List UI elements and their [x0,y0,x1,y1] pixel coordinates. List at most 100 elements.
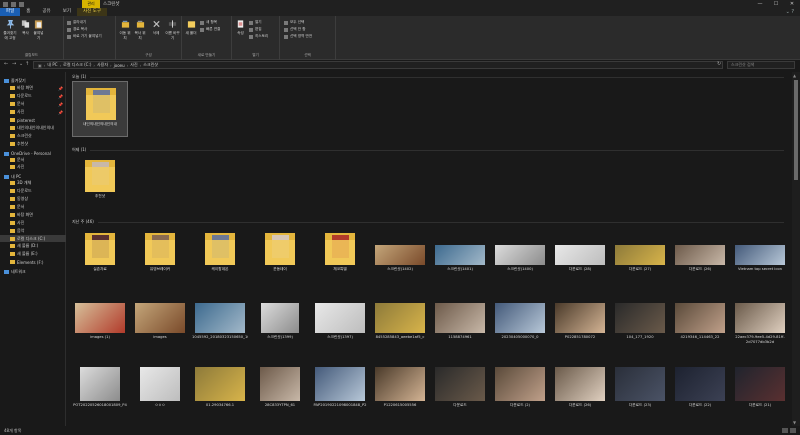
file-item[interactable]: POT20220526018001809_P4 [72,363,128,419]
file-item[interactable]: 01.29034766.1 [192,363,248,419]
breadcrumb-this-pc[interactable]: 내 PC [47,62,57,68]
open-button[interactable]: 열기 [249,20,262,25]
large-icons-view-icon[interactable] [790,428,796,433]
file-item[interactable]: 20230405000070_0 [492,295,548,351]
breadcrumb-screenshots[interactable]: 스크린샷 [143,62,158,68]
file-item[interactable]: 다운로드 (23) [612,363,668,419]
easy-access-button[interactable]: 빠른 연결 [200,27,220,32]
file-item[interactable]: 8455285843_aeebe1af5_c [372,295,428,351]
sidebar-item[interactable]: 바탕 화면 📌 [0,85,66,92]
breadcrumb-users[interactable]: 사용자 [97,62,108,68]
up-arrow-icon[interactable]: ↑ [25,61,29,67]
delete-button[interactable]: 삭제 [149,19,163,36]
rename-button[interactable]: 이름 바꾸기 [165,19,180,41]
sidebar-item[interactable]: 추천샷 [0,140,66,147]
sidebar-item[interactable]: 스크린샷 [0,132,66,139]
folder-item[interactable]: 케이팝데몬 [192,227,248,283]
close-button[interactable]: ✕ [784,0,800,8]
file-item[interactable]: 1158874961 [432,295,488,351]
file-item[interactable]: images (1) [72,295,128,351]
file-item[interactable]: 다운로드 [432,363,488,419]
search-input[interactable]: 스크린샷 검색 [727,61,795,69]
file-item[interactable]: 104_177_1920 [612,295,668,351]
recent-chevron-icon[interactable]: ⌄ [19,61,23,67]
copy-button[interactable]: 복사 [20,19,31,36]
sidebar-item[interactable]: 동영상 [0,196,66,203]
tab-file[interactable]: 파일 [0,8,21,16]
minimize-button[interactable]: — [752,0,768,8]
select-all-button[interactable]: 모두 선택 [284,20,304,25]
file-item[interactable]: Vietnam top secret icon [732,227,788,283]
pin-button[interactable]: 즐겨찾기에 고정 [2,19,18,41]
edit-button[interactable]: 편집 [249,27,262,32]
forward-arrow-icon[interactable]: → [12,61,16,67]
folder-item[interactable]: 내인의내인의내인의내 [72,81,128,137]
sidebar-item[interactable]: 문서 [0,203,66,210]
file-item[interactable]: 4219346_114463_22 [672,295,728,351]
copy-to-button[interactable]: 복사 위치 [133,19,147,41]
properties-button[interactable]: 속성 [234,19,247,36]
sidebar-item[interactable]: 음악 [0,227,66,234]
sidebar-item[interactable]: 다운로드 📌 [0,93,66,100]
sidebar-item[interactable]: 새 볼륨 (E:) [0,251,66,258]
file-item[interactable]: P022851780072 [552,295,608,351]
sidebar-item[interactable]: 3D 개체 [0,180,66,187]
file-item[interactable]: ㅇㅇㅇ [132,363,188,419]
sidebar-item[interactable]: 다운로드 [0,188,66,195]
sidebar-item[interactable]: 로컬 디스크 (C:) [0,235,66,242]
scrollbar-thumb[interactable] [794,80,798,180]
file-item[interactable]: 1045592_20180323150650_100_0001 [192,295,248,351]
file-item[interactable]: 스크린샷(1399) [252,295,308,351]
help-icon[interactable]: ⌄ ? [786,9,794,15]
sidebar-item[interactable]: 사진 📌 [0,109,66,116]
new-item-button[interactable]: 새 항목 [200,20,217,25]
folder-item[interactable]: 실존자료 [72,227,128,283]
sidebar-item[interactable]: pinterest [0,117,66,124]
folder-item[interactable]: 유영브레이커 [132,227,188,283]
sidebar-item[interactable]: 새 볼륨 (D:) [0,243,66,250]
file-item[interactable]: 다운로드 (21) [732,363,788,419]
sidebar-item[interactable]: 문서 [0,156,66,163]
file-item[interactable]: 다운로드 (2) [492,363,548,419]
back-arrow-icon[interactable]: ← [4,61,8,67]
scroll-down-icon[interactable]: ▼ [793,420,796,425]
file-item[interactable]: images [132,295,188,351]
sidebar-item[interactable]: 바탕 화면 [0,211,66,218]
sidebar-item[interactable]: 사진 [0,219,66,226]
folder-item[interactable]: 체코특별 [312,227,368,283]
breadcrumb-pictures[interactable]: 사진 [130,62,137,68]
sidebar-item[interactable]: 사진 [0,164,66,171]
file-item[interactable]: 28C833YTPN_61 [252,363,308,419]
group-header-today[interactable]: 오늘 (1) [72,74,784,80]
breadcrumb-user[interactable]: jooeu [114,63,125,68]
details-view-icon[interactable] [782,428,788,433]
file-item[interactable]: 22aec379-9ee5-4d29-81ff-2d7077db3b2d [732,295,788,351]
file-item[interactable]: 다운로드 (28) [552,227,608,283]
sidebar-item[interactable]: 문서 📌 [0,101,66,108]
invert-selection-button[interactable]: 선택 영역 반전 [284,34,312,39]
new-folder-icon[interactable] [19,1,24,7]
new-folder-button[interactable]: 새 폴더 [184,19,198,36]
file-item[interactable]: 다운로드 (26) [552,363,608,419]
scroll-up-icon[interactable]: ▲ [793,73,796,78]
vertical-scrollbar[interactable]: ▲ ▼ [792,72,800,426]
breadcrumb-local-disk[interactable]: 로컬 디스크 (C:) [63,62,91,68]
group-header-last-week[interactable]: 지난 주 (46) [72,219,784,225]
tab-picture-tools[interactable]: 사진 도구 [76,8,107,16]
tab-home[interactable]: 홈 [20,8,36,16]
history-button[interactable]: 히스토리 [249,34,268,39]
move-to-button[interactable]: 이동 위치 [118,19,132,41]
properties-icon[interactable] [11,1,16,7]
maximize-button[interactable]: ☐ [768,0,784,8]
address-bar[interactable]: ▣ › 내 PC › 로컬 디스크 (C:) › 사용자 › jooeu › 사… [33,61,723,69]
paste-shortcut-button[interactable]: 바로 가기 붙여넣기 [67,34,102,39]
file-item[interactable]: 스크린샷(1397) [312,295,368,351]
refresh-icon[interactable]: ↻ [717,61,721,67]
tab-view[interactable]: 보기 [57,8,77,16]
context-tab-manage[interactable]: 관리 [82,0,100,8]
file-item[interactable]: 스크린샷(1400) [492,227,548,283]
sidebar-item[interactable]: 즐겨찾기 [0,77,66,84]
file-item[interactable]: 다운로드 (22) [672,363,728,419]
file-item[interactable]: 다운로드 (27) [612,227,668,283]
sidebar-item[interactable]: 네트워크 [0,269,66,276]
